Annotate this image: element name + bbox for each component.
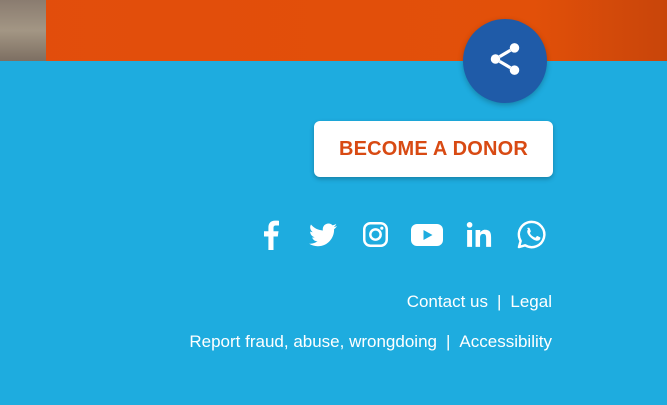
facebook-link[interactable] bbox=[257, 220, 285, 254]
hero-image-edge bbox=[0, 0, 46, 61]
share-icon bbox=[486, 40, 524, 83]
youtube-link[interactable] bbox=[410, 220, 444, 254]
report-fraud-link[interactable]: Report fraud, abuse, wrongdoing bbox=[189, 332, 437, 351]
linkedin-icon bbox=[466, 221, 493, 253]
instagram-link[interactable] bbox=[360, 220, 390, 254]
facebook-icon bbox=[263, 220, 279, 255]
contact-us-link[interactable]: Contact us bbox=[407, 292, 488, 311]
footer-links-row-2: Report fraud, abuse, wrongdoing | Accessib… bbox=[189, 332, 552, 352]
become-donor-label: BECOME A DONOR bbox=[338, 137, 529, 160]
share-button[interactable] bbox=[463, 19, 547, 103]
footer-links-row-1: Contact us | Legal bbox=[407, 292, 552, 312]
youtube-icon bbox=[411, 223, 443, 252]
linkedin-link[interactable] bbox=[464, 220, 494, 254]
twitter-link[interactable] bbox=[307, 220, 339, 254]
instagram-icon bbox=[362, 221, 389, 253]
accessibility-link[interactable]: Accessibility bbox=[459, 332, 552, 351]
twitter-icon bbox=[309, 222, 337, 252]
whatsapp-icon bbox=[516, 219, 547, 255]
whatsapp-link[interactable] bbox=[514, 220, 548, 254]
become-donor-button[interactable]: BECOME A DONOR bbox=[314, 121, 553, 177]
hero-banner bbox=[0, 0, 667, 61]
link-separator: | bbox=[496, 292, 502, 311]
link-separator: | bbox=[445, 332, 451, 351]
legal-link[interactable]: Legal bbox=[510, 292, 552, 311]
